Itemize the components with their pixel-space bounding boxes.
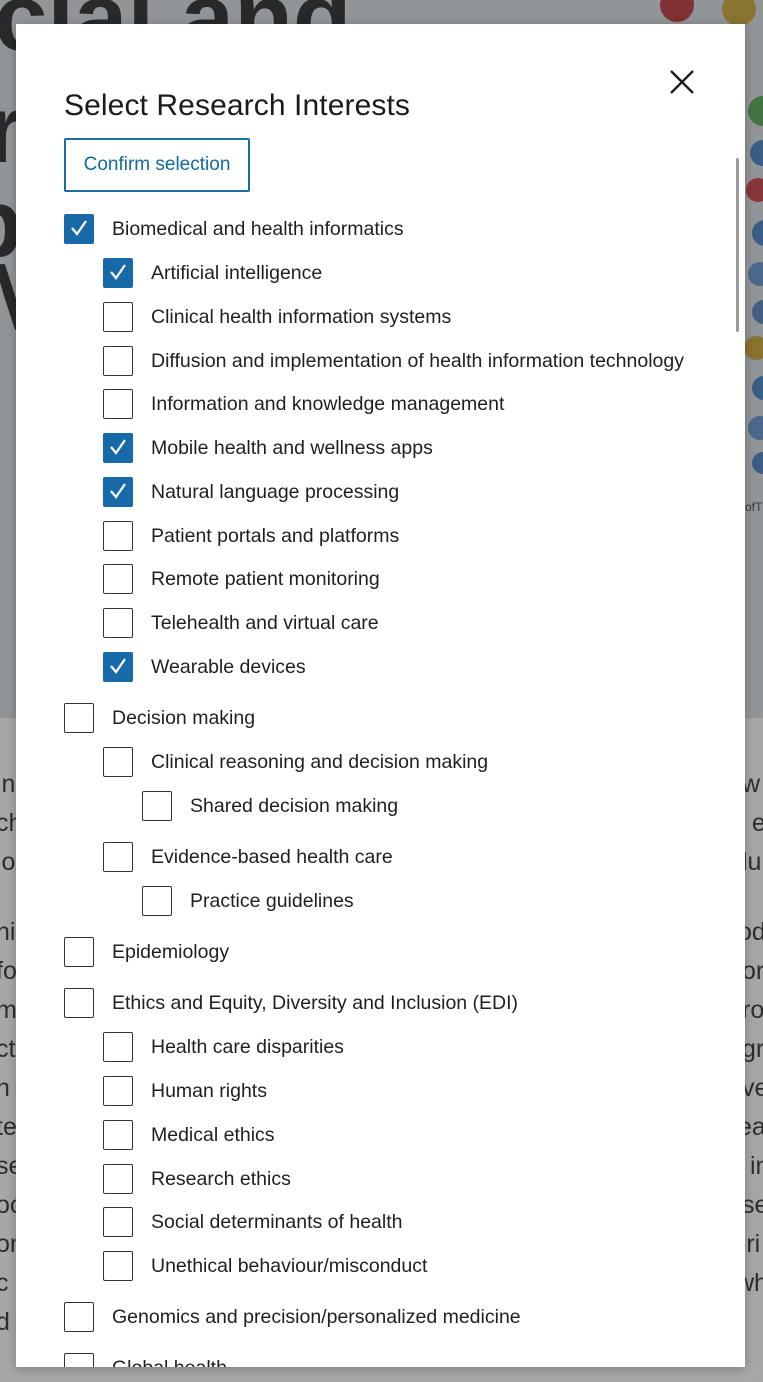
interest-option[interactable]: Practice guidelines [142,886,354,916]
checkbox[interactable] [103,1251,133,1281]
checkbox[interactable] [103,521,133,551]
interest-option[interactable]: Medical ethics [103,1120,275,1150]
checkmark-icon [110,264,126,280]
interest-option[interactable]: Unethical behaviour/misconduct [103,1251,427,1281]
checkbox[interactable] [103,842,133,872]
checkbox[interactable] [64,1353,94,1367]
checkbox[interactable] [103,608,133,638]
checkbox[interactable] [103,389,133,419]
scrollbar[interactable] [734,154,738,1354]
interest-option-label: Artificial intelligence [151,262,323,284]
interest-option[interactable]: Ethics and Equity, Diversity and Inclusi… [64,988,518,1018]
interest-option-label: Evidence-based health care [151,846,393,868]
checkbox[interactable] [103,1120,133,1150]
interest-option[interactable]: Artificial intelligence [103,258,322,288]
interest-list: Biomedical and health informatics Artific… [16,24,745,1367]
interest-option[interactable]: Genomics and precision/personalized medi… [64,1302,521,1332]
interest-option-label: Epidemiology [112,941,230,963]
checked-checkbox[interactable] [103,433,133,463]
interest-option[interactable]: Information and knowledge management [103,389,504,419]
checkbox[interactable] [64,703,94,733]
interest-option[interactable]: Clinical reasoning and decision making [103,747,488,777]
interest-option[interactable]: Diffusion and implementation of health i… [103,346,684,376]
checkbox[interactable] [103,1164,133,1194]
interest-option-label: Biomedical and health informatics [112,218,404,240]
interest-option-label: Ethics and Equity, Diversity and Inclusi… [112,992,519,1014]
checked-checkbox[interactable] [103,477,133,507]
interest-option[interactable]: Decision making [64,703,255,733]
checkmark-icon [110,658,126,674]
checkbox[interactable] [103,302,133,332]
interest-option-label: Genomics and precision/personalized medi… [112,1306,521,1328]
interest-option-label: Social determinants of health [151,1211,403,1233]
interest-option-label: Wearable devices [151,656,306,678]
checkmark-icon [71,220,87,236]
checked-checkbox[interactable] [103,258,133,288]
checkbox[interactable] [64,988,94,1018]
interest-option[interactable]: Evidence-based health care [103,842,393,872]
interest-option-label: Mobile health and wellness apps [151,437,433,459]
checkbox[interactable] [64,937,94,967]
interest-option-label: Shared decision making [190,795,399,817]
interest-option-label: Clinical reasoning and decision making [151,751,489,773]
checkbox[interactable] [103,1207,133,1237]
interest-option-label: Global health [112,1353,227,1367]
checkbox[interactable] [103,747,133,777]
interest-option-label: Practice guidelines [190,890,354,912]
interest-option[interactable]: Wearable devices [103,652,306,682]
checkmark-icon [110,439,126,455]
interest-option-label: Health care disparities [151,1036,344,1058]
checkbox[interactable] [103,346,133,376]
interest-option-label: Unethical behaviour/misconduct [151,1255,428,1277]
interest-option[interactable]: Natural language processing [103,477,399,507]
interest-option[interactable]: Telehealth and virtual care [103,608,379,638]
scrollbar-thumb[interactable] [736,158,739,332]
interest-option[interactable]: Global health [64,1353,227,1367]
interest-option[interactable]: Patient portals and platforms [103,521,399,551]
checkbox[interactable] [103,1076,133,1106]
checkbox[interactable] [103,1032,133,1062]
checkbox[interactable] [142,886,172,916]
interest-option-label: Decision making [112,707,256,729]
interest-option-label: Patient portals and platforms [151,525,400,547]
checkmark-icon [110,483,126,499]
interest-option-label: Clinical health information systems [151,306,452,328]
interest-option-label: Diffusion and implementation of health i… [151,350,684,372]
checkbox[interactable] [64,1302,94,1332]
checkbox[interactable] [103,564,133,594]
interest-option[interactable]: Biomedical and health informatics [64,214,404,244]
interest-option[interactable]: Clinical health information systems [103,302,451,332]
interest-option[interactable]: Epidemiology [64,937,229,967]
interest-option[interactable]: Remote patient monitoring [103,564,380,594]
checkbox[interactable] [142,791,172,821]
checked-checkbox[interactable] [103,652,133,682]
interest-option-label: Medical ethics [151,1124,275,1146]
interest-option-label: Human rights [151,1080,267,1102]
interest-option-label: Natural language processing [151,481,400,503]
interest-option-label: Remote patient monitoring [151,568,380,590]
interest-option[interactable]: Health care disparities [103,1032,344,1062]
checked-checkbox[interactable] [64,214,94,244]
interest-option[interactable]: Human rights [103,1076,267,1106]
interest-option-label: Information and knowledge management [151,393,505,415]
interest-option-label: Telehealth and virtual care [151,612,379,634]
research-interests-dialog: Select Research Interests Confirm select… [16,24,745,1367]
interest-option[interactable]: Research ethics [103,1164,291,1194]
interest-option[interactable]: Shared decision making [142,791,398,821]
interest-option[interactable]: Social determinants of health [103,1207,402,1237]
interest-option[interactable]: Mobile health and wellness apps [103,433,433,463]
interest-option-label: Research ethics [151,1168,291,1190]
